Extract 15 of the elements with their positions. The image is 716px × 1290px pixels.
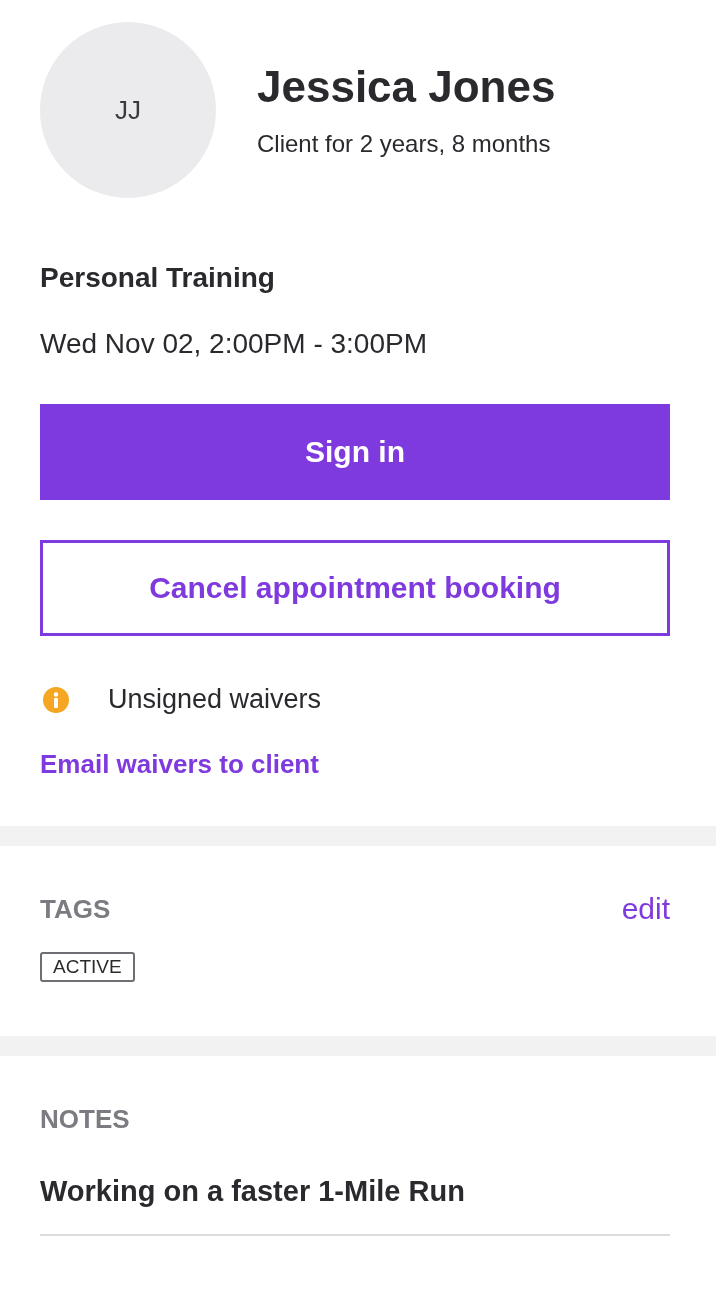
tags-heading: TAGS — [40, 893, 111, 925]
appointment-time: Wed Nov 02, 2:00PM - 3:00PM — [40, 328, 428, 360]
client-tenure: Client for 2 years, 8 months — [257, 130, 552, 158]
edit-link[interactable]: edit — [621, 892, 670, 926]
appointment-title: Personal Training — [40, 262, 276, 294]
waiver-warning: Unsigned waivers — [108, 684, 322, 715]
notes-heading: NOTES — [40, 1104, 131, 1135]
avatar: JJ — [40, 22, 216, 198]
note: Working on a faster 1-Mile Run — [40, 1135, 670, 1236]
info-icon — [42, 685, 70, 714]
sign-in-button[interactable]: Sign in — [40, 404, 670, 500]
email-waivers-link[interactable]: Email waivers to client — [40, 749, 319, 780]
client-name: Jessica Jones — [257, 62, 556, 112]
cancel-booking-button[interactable]: Cancel appointment booking — [40, 540, 670, 636]
tag: ACTIVE — [40, 952, 135, 982]
